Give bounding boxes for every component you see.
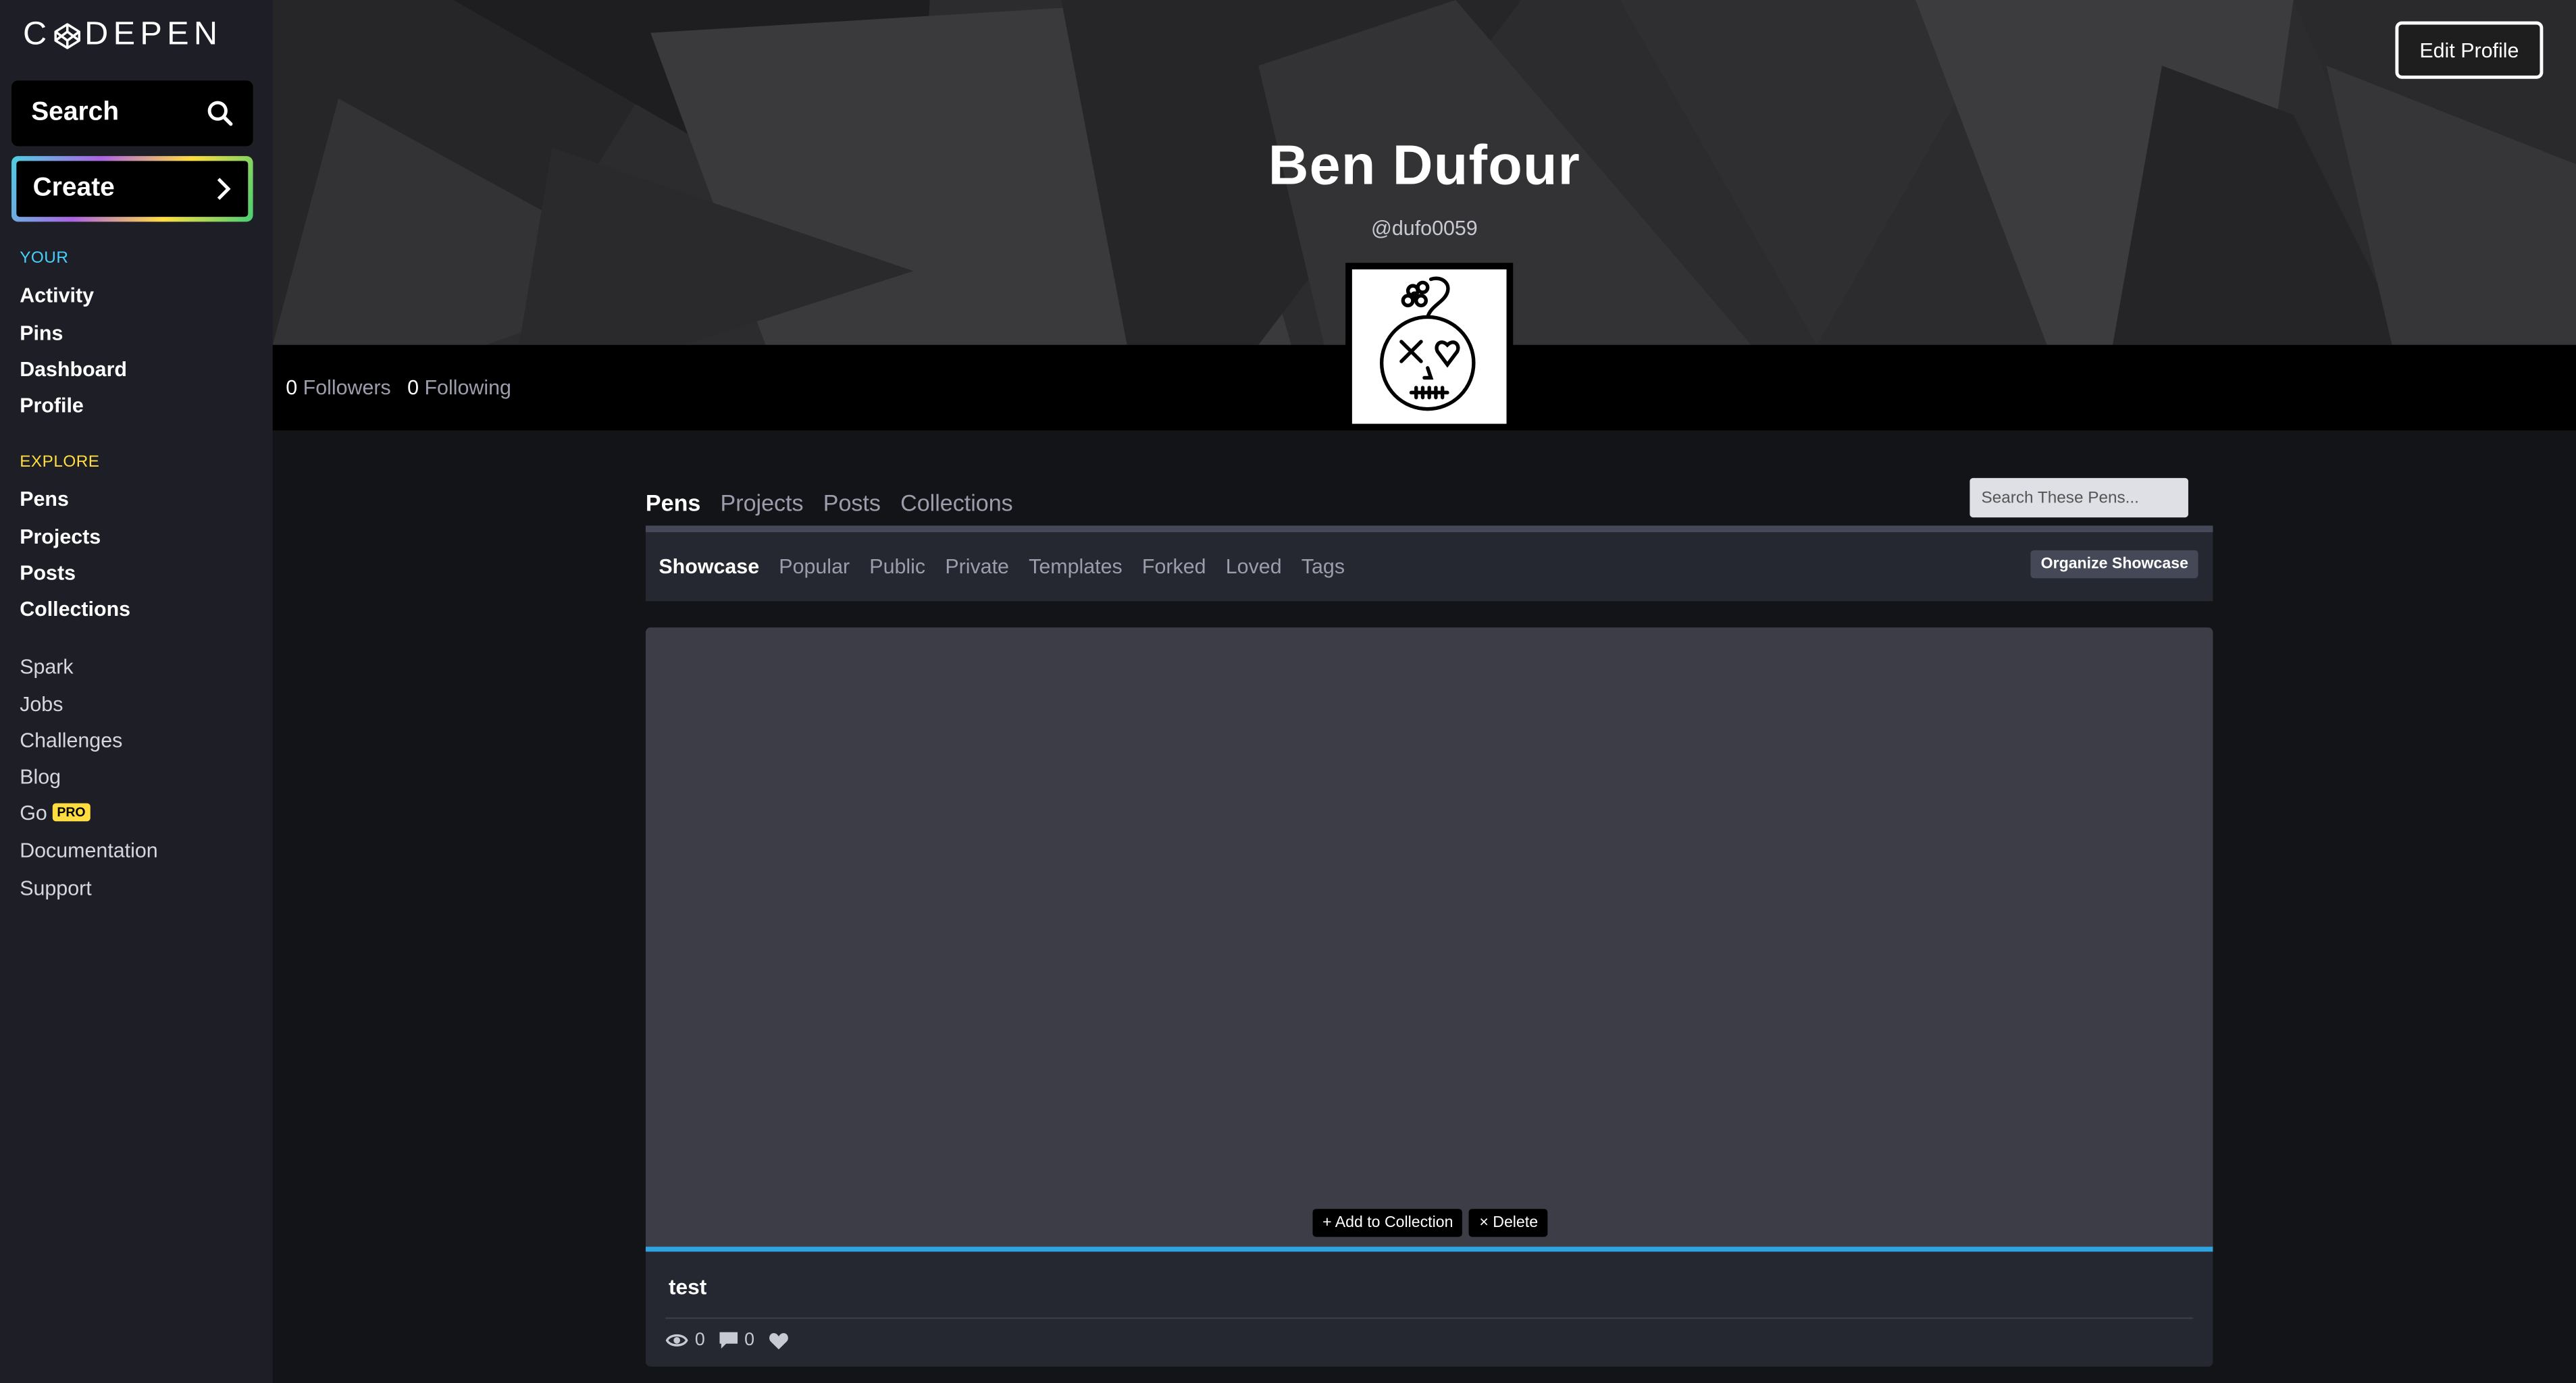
pen-title[interactable]: test xyxy=(669,1275,706,1299)
follow-stats: 0 Followers 0 Following xyxy=(286,376,511,399)
following-count: 0 xyxy=(407,376,419,400)
views-count: 0 xyxy=(694,1330,705,1351)
profile-handle: @dufo0059 xyxy=(1371,217,1478,240)
pens-subtabs: Showcase Popular Public Private Template… xyxy=(659,555,1345,578)
tab-pens[interactable]: Pens xyxy=(646,490,700,516)
comments-stat[interactable]: 0 xyxy=(719,1330,755,1351)
sidebar: C DEPEN Search Create YOUR Activity Pins… xyxy=(0,0,273,1383)
pen-actions: + Add to Collection × Delete xyxy=(1312,1209,1548,1237)
comment-icon xyxy=(719,1332,738,1349)
pro-badge: PRO xyxy=(52,803,91,822)
following-label: Following xyxy=(424,376,511,400)
sidebar-item-posts[interactable]: Posts xyxy=(20,562,76,585)
explore-heading: EXPLORE xyxy=(20,453,100,472)
sidebar-item-go-pro[interactable]: Go PRO xyxy=(20,802,91,825)
organize-showcase-button[interactable]: Organize Showcase xyxy=(2031,550,2198,579)
logo-letter-c: C xyxy=(23,16,52,53)
sidebar-item-collections[interactable]: Collections xyxy=(20,598,130,621)
subtab-tags[interactable]: Tags xyxy=(1302,555,1345,578)
profile-name: Ben Dufour xyxy=(1268,134,1581,197)
sidebar-item-blog[interactable]: Blog xyxy=(20,765,61,788)
search-icon xyxy=(207,101,233,126)
subtab-showcase[interactable]: Showcase xyxy=(659,555,759,578)
sidebar-item-profile[interactable]: Profile xyxy=(20,394,84,417)
app-viewport: C DEPEN Search Create YOUR Activity Pins… xyxy=(0,0,2576,1383)
pen-meta: 0 0 xyxy=(665,1330,789,1350)
go-label: Go xyxy=(20,802,47,825)
sidebar-item-jobs[interactable]: Jobs xyxy=(20,693,63,716)
sidebar-item-support[interactable]: Support xyxy=(20,877,91,900)
your-heading: YOUR xyxy=(20,249,69,268)
codepen-logo-icon xyxy=(55,22,82,49)
create-button[interactable]: Create xyxy=(11,156,253,222)
avatar[interactable] xyxy=(1345,263,1514,431)
subtab-loved[interactable]: Loved xyxy=(1226,555,1282,578)
content-tabs: Pens Projects Posts Collections xyxy=(646,490,1013,516)
subtab-forked[interactable]: Forked xyxy=(1142,555,1206,578)
subtab-templates[interactable]: Templates xyxy=(1029,555,1123,578)
create-button-inner: Create xyxy=(16,161,249,217)
search-button[interactable]: Search xyxy=(11,80,253,147)
sidebar-item-projects[interactable]: Projects xyxy=(20,525,101,548)
sidebar-item-dashboard[interactable]: Dashboard xyxy=(20,358,127,381)
heart-icon xyxy=(769,1332,789,1349)
subtab-popular[interactable]: Popular xyxy=(779,555,850,578)
comments-count: 0 xyxy=(744,1330,755,1351)
following-link[interactable]: 0 Following xyxy=(407,376,511,399)
pen-card: + Add to Collection × Delete test 0 0 xyxy=(645,627,2213,1367)
followers-count: 0 xyxy=(286,376,298,400)
sidebar-item-activity[interactable]: Activity xyxy=(20,284,94,307)
search-pens-input[interactable] xyxy=(1969,477,2188,518)
eye-icon xyxy=(665,1334,688,1347)
logo-letters-depen: DEPEN xyxy=(84,16,223,53)
add-to-collection-button[interactable]: + Add to Collection xyxy=(1312,1209,1464,1237)
create-button-label: Create xyxy=(32,174,115,203)
sidebar-item-challenges[interactable]: Challenges xyxy=(20,729,122,752)
subtab-private[interactable]: Private xyxy=(945,555,1009,578)
pen-divider xyxy=(665,1317,2194,1320)
subtab-public[interactable]: Public xyxy=(869,555,925,578)
search-button-label: Search xyxy=(31,98,120,127)
followers-link[interactable]: 0 Followers xyxy=(286,376,391,399)
codepen-logo[interactable]: C DEPEN xyxy=(23,16,222,54)
sidebar-item-spark[interactable]: Spark xyxy=(20,656,73,679)
followers-label: Followers xyxy=(303,376,391,400)
chevron-right-icon xyxy=(217,178,231,201)
sidebar-item-documentation[interactable]: Documentation xyxy=(20,839,158,862)
sidebar-item-pens[interactable]: Pens xyxy=(20,488,69,511)
heart-button[interactable] xyxy=(769,1331,789,1349)
tab-posts[interactable]: Posts xyxy=(823,490,881,516)
tab-projects[interactable]: Projects xyxy=(721,490,804,516)
delete-button[interactable]: × Delete xyxy=(1469,1209,1548,1237)
avatar-image xyxy=(1351,269,1507,424)
views-stat[interactable]: 0 xyxy=(665,1330,705,1350)
pen-preview[interactable]: + Add to Collection × Delete xyxy=(645,627,2213,1252)
sidebar-item-pins[interactable]: Pins xyxy=(20,322,63,345)
doll-face-icon xyxy=(1379,276,1476,411)
tab-collections[interactable]: Collections xyxy=(900,490,1013,516)
pens-filter-bar: Showcase Popular Public Private Template… xyxy=(645,525,2213,602)
edit-profile-button[interactable]: Edit Profile xyxy=(2395,21,2544,79)
